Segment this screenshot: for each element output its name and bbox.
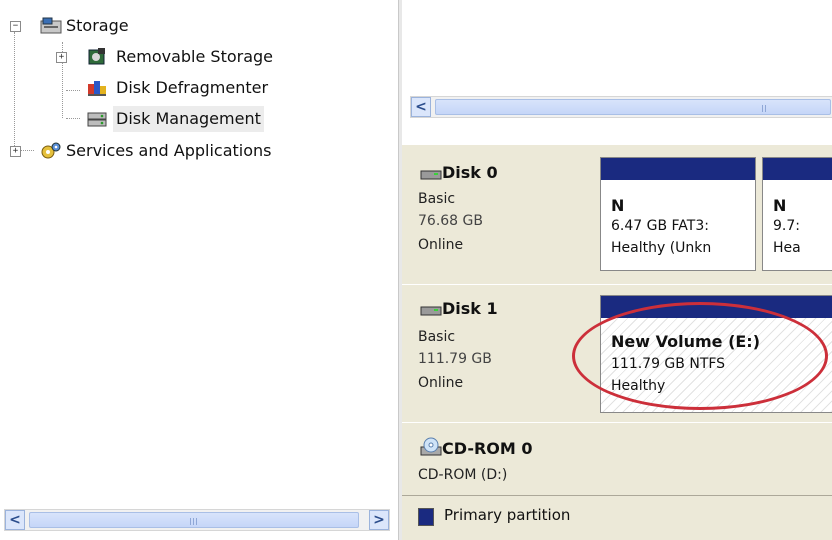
services-applications-icon (40, 141, 62, 161)
disk-type: Basic (418, 191, 456, 207)
collapse-icon[interactable]: − (10, 21, 21, 32)
disk-name: Disk 0 (442, 163, 498, 182)
tree-item-label: Disk Management (113, 106, 264, 132)
disk-status: Online (418, 237, 464, 253)
disk-type: Basic (418, 329, 456, 345)
cdrom-row[interactable]: CD-ROM 0 CD-ROM (D:) (402, 422, 832, 496)
cd-rom-icon (420, 437, 442, 461)
partition-bar (601, 158, 755, 180)
tree-item-storage[interactable]: − Storage (0, 13, 200, 39)
partition-block[interactable]: New Volume (E:) 111.79 GB NTFS Healthy (600, 295, 832, 413)
disk-name: CD-ROM 0 (442, 439, 533, 458)
partition-name: N (611, 196, 625, 215)
disk-row[interactable]: Disk 0 Basic 76.68 GB Online N 6.47 GB F… (402, 144, 832, 286)
hard-disk-icon (420, 167, 442, 185)
partition-name: N (773, 196, 787, 215)
removable-storage-icon (86, 47, 108, 67)
disk-size: 111.79 GB (418, 351, 492, 367)
disk-status: Online (418, 375, 464, 391)
partition-status: Healthy (Unkn (611, 240, 712, 256)
scrollbar-thumb[interactable] (435, 99, 831, 115)
storage-icon (40, 16, 62, 36)
legend: Primary partition (402, 496, 832, 540)
partition-block[interactable]: N 6.47 GB FAT3: Healthy (Unkn (600, 157, 756, 271)
partition-size: 6.47 GB FAT3: (611, 218, 709, 234)
tree-item-removable-storage[interactable]: + Removable Storage (0, 44, 320, 70)
tree-horizontal-scrollbar[interactable]: < > (4, 509, 390, 531)
legend-swatch (418, 508, 434, 526)
console-tree-pane: − Storage + Removable Storage Disk Defra… (0, 0, 398, 540)
disk-size: 76.68 GB (418, 213, 483, 229)
disk-label[interactable]: CD-ROM 0 CD-ROM (D:) (402, 423, 592, 495)
tree-item-disk-defragmenter[interactable]: Disk Defragmenter (0, 75, 320, 101)
tree-item-label: Disk Defragmenter (116, 78, 269, 97)
partition-size: 111.79 GB NTFS (611, 356, 726, 372)
partition-name: New Volume (E:) (611, 332, 761, 351)
volume-list-horizontal-scrollbar[interactable]: < (410, 96, 832, 118)
tree-item-services-applications[interactable]: + Services and Applications (0, 138, 380, 164)
disk-defragmenter-icon (86, 78, 108, 98)
expand-icon[interactable]: + (10, 146, 21, 157)
partition-status: Healthy (611, 378, 666, 394)
expand-icon[interactable]: + (56, 52, 67, 63)
scroll-left-icon[interactable]: < (411, 97, 431, 117)
tree-item-label: Services and Applications (66, 141, 272, 160)
disk-type: CD-ROM (D:) (418, 467, 508, 483)
legend-label: Primary partition (444, 506, 571, 524)
disk-management-pane: < Disk 0 Basic 76.68 GB Online N 6.47 GB… (402, 0, 832, 540)
disk-name: Disk 1 (442, 299, 498, 318)
disk-row[interactable]: Disk 1 Basic 111.79 GB Online New Volume… (402, 284, 832, 424)
scroll-left-icon[interactable]: < (5, 510, 25, 530)
hard-disk-icon (420, 303, 442, 321)
disk-label[interactable]: Disk 1 Basic 111.79 GB Online (402, 285, 592, 423)
partition-block[interactable]: N 9.7: Hea (762, 157, 832, 271)
partition-bar (763, 158, 832, 180)
tree-item-label: Removable Storage (116, 47, 274, 66)
disk-management-icon (86, 109, 108, 129)
partition-status: Hea (773, 240, 801, 256)
partition-bar (601, 296, 832, 318)
tree-item-disk-management[interactable]: Disk Management (0, 106, 320, 132)
scrollbar-thumb[interactable] (29, 512, 359, 528)
disk-label[interactable]: Disk 0 Basic 76.68 GB Online (402, 145, 592, 285)
partition-size: 9.7: (773, 218, 800, 234)
scroll-right-icon[interactable]: > (369, 510, 389, 530)
tree-item-label: Storage (66, 16, 129, 35)
